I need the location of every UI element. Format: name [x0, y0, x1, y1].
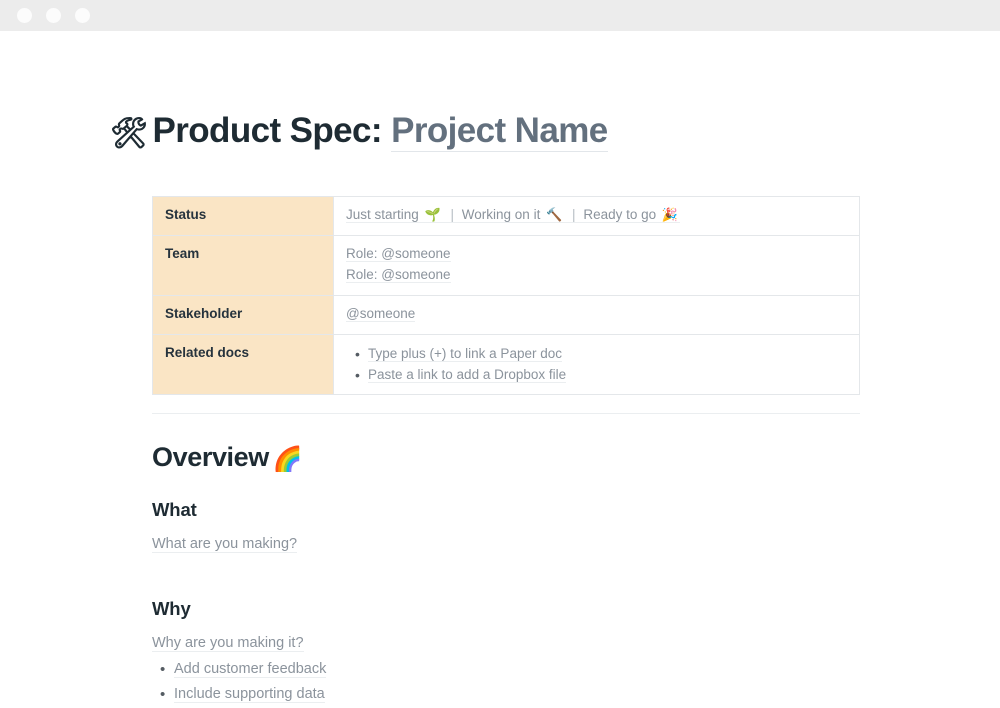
- status-separator: |: [572, 207, 576, 222]
- why-bullet-text: Include supporting data: [174, 686, 325, 703]
- table-row-label-team: Team: [153, 236, 334, 296]
- page-title-text: Product Spec:: [153, 111, 382, 150]
- project-name-placeholder[interactable]: Project Name: [391, 111, 608, 152]
- table-cell-team[interactable]: Role: @someone Role: @someone: [334, 236, 860, 296]
- stakeholder-mention[interactable]: @someone: [346, 306, 415, 322]
- related-doc-hint: Type plus (+) to link a Paper doc: [368, 346, 562, 362]
- table-row: Team Role: @someone Role: @someone: [153, 236, 860, 296]
- table-row-label-status: Status: [153, 197, 334, 236]
- minimize-dot[interactable]: [46, 8, 61, 23]
- table-row-label-related-docs: Related docs: [153, 334, 334, 395]
- rainbow-icon: 🌈: [273, 446, 302, 473]
- window-title-bar: [0, 0, 1000, 31]
- maximize-dot[interactable]: [75, 8, 90, 23]
- section-spacer: [152, 556, 860, 574]
- list-item[interactable]: Add customer feedback: [174, 657, 860, 682]
- party-popper-icon: 🎉: [662, 207, 678, 222]
- what-placeholder-text: What are you making?: [152, 536, 297, 553]
- section-heading-overview[interactable]: Overview🌈: [152, 441, 860, 475]
- what-placeholder-paragraph[interactable]: What are you making?: [152, 534, 860, 556]
- team-role-line[interactable]: Role: @someone: [346, 246, 451, 262]
- status-option-label[interactable]: Working on it: [462, 207, 541, 222]
- close-dot[interactable]: [17, 8, 32, 23]
- status-separator: |: [451, 207, 455, 222]
- hammer-icon: 🔨: [546, 207, 562, 222]
- table-cell-related-docs[interactable]: Type plus (+) to link a Paper doc Paste …: [334, 334, 860, 395]
- table-cell-status[interactable]: Just starting 🌱 | Working on it 🔨 | Read…: [334, 197, 860, 236]
- section-heading-overview-text: Overview: [152, 442, 269, 472]
- seedling-icon: 🌱: [425, 207, 441, 222]
- list-item[interactable]: Include supporting data: [174, 682, 860, 707]
- table-row: Stakeholder @someone: [153, 295, 860, 334]
- table-row-label-stakeholder: Stakeholder: [153, 295, 334, 334]
- why-bullet-list: Add customer feedback Include supporting…: [152, 657, 860, 707]
- team-role-line[interactable]: Role: @someone: [346, 267, 451, 283]
- why-bullet-text: Add customer feedback: [174, 661, 326, 678]
- list-item[interactable]: Paste a link to add a Dropbox file: [368, 364, 847, 385]
- table-row: Status Just starting 🌱 | Working on it 🔨…: [153, 197, 860, 236]
- why-placeholder-text: Why are you making it?: [152, 635, 304, 652]
- table-row: Related docs Type plus (+) to link a Pap…: [153, 334, 860, 395]
- status-option-label[interactable]: Just starting: [346, 207, 419, 222]
- section-divider: [152, 413, 860, 414]
- document-canvas: 🛠Product Spec: Project Name Status Just …: [0, 31, 1000, 700]
- table-cell-stakeholder[interactable]: @someone: [334, 295, 860, 334]
- subsection-heading-why[interactable]: Why: [152, 597, 860, 621]
- list-item[interactable]: Type plus (+) to link a Paper doc: [368, 343, 847, 364]
- related-doc-hint: Paste a link to add a Dropbox file: [368, 367, 566, 383]
- why-placeholder-paragraph[interactable]: Why are you making it?: [152, 633, 860, 655]
- status-option-label[interactable]: Ready to go: [583, 207, 656, 222]
- subsection-heading-what[interactable]: What: [152, 498, 860, 522]
- hammer-and-wrench-icon: 🛠: [110, 117, 148, 150]
- related-docs-list: Type plus (+) to link a Paper doc Paste …: [346, 343, 847, 386]
- page-title[interactable]: 🛠Product Spec: Project Name: [110, 31, 860, 151]
- spec-table: Status Just starting 🌱 | Working on it 🔨…: [152, 196, 860, 395]
